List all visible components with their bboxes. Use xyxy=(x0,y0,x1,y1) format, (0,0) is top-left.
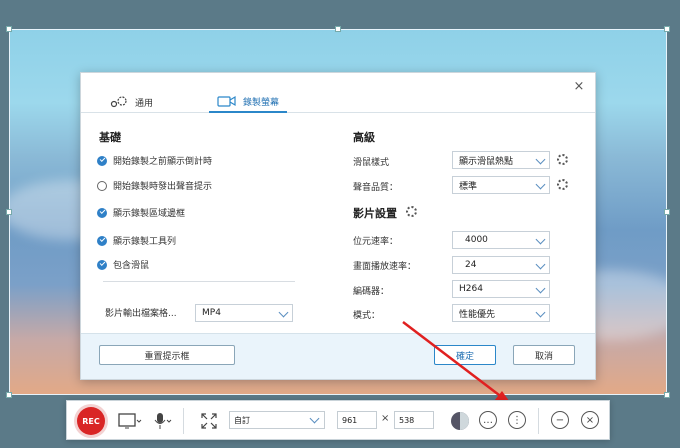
fullscreen-button[interactable] xyxy=(197,410,221,432)
monitor-icon xyxy=(117,412,143,430)
close-toolbar-icon[interactable]: × xyxy=(581,411,599,429)
divider xyxy=(538,408,539,434)
chevron-down-icon xyxy=(309,413,320,424)
webcam-icon xyxy=(449,410,471,432)
height-input[interactable]: 538 xyxy=(394,411,434,429)
preset-select[interactable]: 自訂 xyxy=(229,411,325,429)
times-sign: × xyxy=(381,413,390,424)
microphone-icon xyxy=(151,411,173,431)
minimize-icon[interactable]: − xyxy=(551,411,569,429)
divider xyxy=(183,408,184,434)
height-value: 538 xyxy=(399,415,415,425)
expand-icon xyxy=(200,412,218,430)
rec-button[interactable]: REC xyxy=(77,407,105,435)
screen-source-button[interactable] xyxy=(115,410,145,432)
microphone-button[interactable] xyxy=(149,410,175,432)
more-options-icon[interactable]: ⋮ xyxy=(508,411,526,429)
chat-icon[interactable]: … xyxy=(479,411,497,429)
select-value: 自訂 xyxy=(234,415,250,425)
annotation-arrow xyxy=(402,321,512,405)
webcam-button[interactable] xyxy=(447,410,473,432)
width-value: 961 xyxy=(342,415,358,425)
recording-toolbar: REC 自訂 961 × 538 … ⋮ − × xyxy=(66,400,610,440)
width-input[interactable]: 961 xyxy=(337,411,377,429)
